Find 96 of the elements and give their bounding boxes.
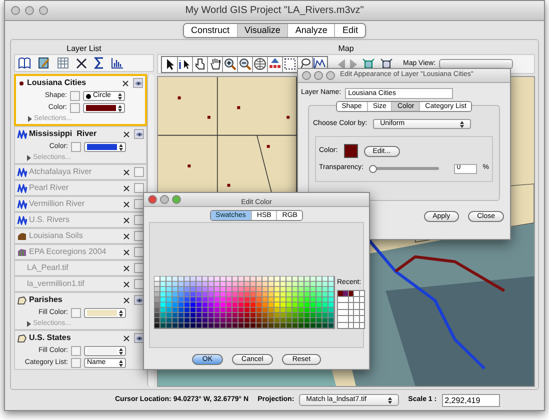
visibility-checkbox[interactable] <box>134 263 144 273</box>
book-icon[interactable] <box>18 57 31 69</box>
color-dropdown[interactable] <box>84 346 126 356</box>
circle-icon <box>86 94 91 98</box>
back-arrow-icon[interactable] <box>338 58 345 70</box>
color-dropdown[interactable] <box>83 103 125 113</box>
mode-tab[interactable]: Visualize <box>236 24 288 37</box>
stepper-arrows-icon <box>388 396 392 404</box>
polygon-icon <box>17 334 27 342</box>
remove-icon[interactable] <box>123 200 130 208</box>
forward-arrow-icon[interactable] <box>350 58 357 70</box>
delete-icon[interactable] <box>76 58 87 68</box>
disclosure-triangle-icon[interactable] <box>27 321 31 327</box>
mode-tab[interactable]: Construct <box>184 24 237 37</box>
visibility-checkbox[interactable] <box>134 183 144 193</box>
remove-icon[interactable] <box>123 280 130 288</box>
hand-icon[interactable] <box>208 57 222 71</box>
remove-icon[interactable] <box>123 248 130 256</box>
layer-name: la_vermillion1.tif <box>27 278 86 290</box>
histogram-icon[interactable] <box>111 57 124 69</box>
visibility-checkbox[interactable] <box>134 295 144 305</box>
lasso-icon[interactable] <box>298 57 312 71</box>
visibility-checkbox[interactable] <box>134 231 144 241</box>
mode-tab[interactable]: Analyze <box>287 24 334 37</box>
close-button[interactable] <box>148 195 157 204</box>
close-button[interactable] <box>11 6 20 15</box>
soil-icon <box>17 232 27 240</box>
polygon-icon <box>17 296 27 304</box>
visibility-checkbox[interactable] <box>134 129 144 139</box>
layer-name: Vermillion River <box>29 198 86 210</box>
scale-field[interactable]: 2,292,419 <box>442 394 500 406</box>
mode-tab[interactable]: Edit <box>334 24 365 37</box>
remove-icon[interactable] <box>123 232 130 240</box>
layer-name: Parishes <box>29 294 64 306</box>
disclosure-triangle-icon[interactable] <box>28 116 32 122</box>
zoom-button[interactable] <box>39 6 48 15</box>
layer-name: Lousiana Cities <box>27 77 88 89</box>
visibility-checkbox[interactable] <box>134 279 144 289</box>
remove-icon[interactable] <box>123 184 130 192</box>
wave-icon <box>17 130 27 138</box>
layer-name: U.S. States <box>29 332 72 344</box>
remove-icon[interactable] <box>122 80 129 86</box>
visibility-checkbox[interactable] <box>134 215 144 225</box>
transparency-slider[interactable] <box>369 164 439 172</box>
zoom-out-icon[interactable] <box>238 57 252 71</box>
stepper-arrows-icon <box>118 92 122 100</box>
visibility-checkbox[interactable] <box>134 247 144 257</box>
layer-name: U.S. Rivers <box>29 214 70 226</box>
layer-name: Mississippi River <box>29 128 98 140</box>
zoom-in-icon[interactable] <box>223 57 237 71</box>
map-view-dropdown[interactable] <box>438 59 513 69</box>
visibility-checkbox[interactable] <box>133 78 143 88</box>
stepper-arrows-icon <box>119 360 123 366</box>
layer-name: EPA Ecoregions 2004 <box>29 246 108 258</box>
stepper-arrows-icon <box>460 120 464 128</box>
table-icon[interactable] <box>57 57 69 69</box>
color-swatch[interactable] <box>344 144 358 158</box>
window-title: My World GIS Project "LA_Rivers.m3vz" <box>185 4 364 18</box>
visibility-checkbox[interactable] <box>134 199 144 209</box>
stepper-arrows-icon <box>119 144 123 150</box>
stepper-arrows-icon <box>119 348 123 354</box>
zoom-button[interactable] <box>172 195 181 204</box>
color-dropdown[interactable] <box>84 308 126 318</box>
remove-icon[interactable] <box>123 168 130 176</box>
visibility-checkbox[interactable] <box>134 167 144 177</box>
remove-icon[interactable] <box>123 334 130 342</box>
stepper-arrows-icon <box>118 104 122 112</box>
hierarchy-icon[interactable] <box>268 57 282 71</box>
layer-name: Louisiana Soils <box>29 230 84 242</box>
disclosure-triangle-icon[interactable] <box>27 155 31 161</box>
dot-icon <box>18 80 25 86</box>
color-dropdown[interactable] <box>84 142 126 152</box>
globe-icon[interactable] <box>253 57 267 71</box>
panel-title: Layer List <box>66 43 102 54</box>
minimize-button[interactable] <box>25 6 34 15</box>
zoom-button[interactable] <box>326 71 335 80</box>
remove-icon[interactable] <box>123 130 130 138</box>
remove-icon[interactable] <box>123 264 130 272</box>
layer-name: Atchafalaya River <box>29 166 93 178</box>
remove-icon[interactable] <box>123 296 130 304</box>
dotted-selection-icon[interactable] <box>283 57 297 71</box>
minimize-button[interactable] <box>160 195 169 204</box>
info-pointer-icon[interactable] <box>178 57 192 71</box>
ecoregion-icon <box>17 248 27 256</box>
color-swatch-grid[interactable] <box>154 276 335 329</box>
visibility-checkbox[interactable] <box>134 333 144 343</box>
recent-colors-grid[interactable] <box>337 290 365 329</box>
minimize-button[interactable] <box>314 71 323 80</box>
remove-icon[interactable] <box>123 216 130 224</box>
edit-icon[interactable] <box>38 57 50 69</box>
stepper-arrows-icon <box>119 310 123 316</box>
layer-name: LA_Pearl.tif <box>27 262 70 274</box>
panel-title: Map <box>337 43 355 54</box>
sum-icon[interactable] <box>94 57 104 69</box>
close-button[interactable] <box>302 71 311 80</box>
layer-name: Pearl River <box>29 182 70 194</box>
